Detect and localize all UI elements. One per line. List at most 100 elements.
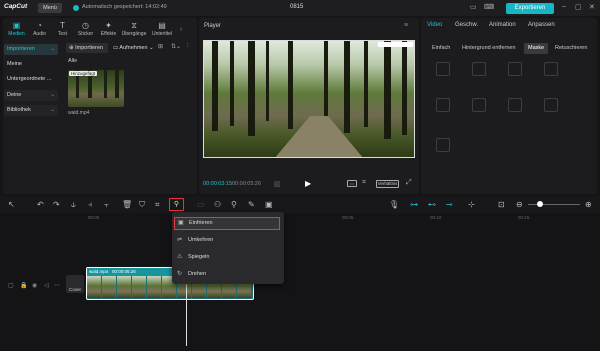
player-title: Player: [204, 23, 222, 29]
fullscreen-quality-icon[interactable]: ▭: [347, 180, 357, 187]
menu-item-freeze[interactable]: ▣ Einfrieren: [174, 217, 280, 230]
chevron-down-icon: ⌄: [147, 45, 154, 51]
media-file-name: wald.mp4: [68, 110, 90, 116]
track-audio-icon[interactable]: ◁: [44, 282, 49, 289]
autosave-status: Automatisch gespeichert: 14:02:49: [82, 4, 167, 10]
speed-tool-button[interactable]: ⚲: [169, 198, 184, 211]
close-icon[interactable]: ✕: [589, 3, 595, 11]
microphone-icon[interactable]: 🎙: [389, 200, 399, 209]
video-watermark: [378, 42, 413, 47]
mask-diamond-icon[interactable]: [544, 98, 558, 112]
filter-all-label: Alle: [68, 58, 78, 64]
tab-video[interactable]: Video: [427, 22, 442, 28]
sidebar-item-deine[interactable]: Deine ⌄: [4, 90, 58, 101]
tab-media[interactable]: ▣ Medien: [5, 20, 28, 40]
freeze-frame-icon[interactable]: ▭: [197, 200, 205, 209]
zoom-slider-handle[interactable]: [537, 201, 543, 207]
crop-icon[interactable]: ⌗: [362, 179, 366, 187]
magic-tool-icon[interactable]: ✎: [248, 200, 255, 209]
mask-none-icon[interactable]: [436, 62, 450, 76]
redo-icon[interactable]: ↷: [53, 200, 60, 209]
menu-button[interactable]: Menü: [38, 3, 62, 13]
sort-icon[interactable]: ⇅⌄: [171, 43, 181, 50]
keyboard-icon[interactable]: ⌨: [484, 3, 494, 11]
chevron-down-icon: ⌄: [50, 107, 55, 113]
tab-animation[interactable]: Animation: [489, 22, 516, 28]
tab-speed[interactable]: Geschw.: [455, 22, 478, 28]
subtab-basic[interactable]: Einfach: [428, 43, 454, 54]
remove-bg-tool-icon[interactable]: ⚲: [231, 200, 237, 209]
sidebar-item-meine[interactable]: Meine: [4, 59, 58, 70]
main-track-magnet-icon[interactable]: ⊶: [410, 200, 418, 209]
link-icon[interactable]: ⊸: [446, 200, 453, 209]
trim-right-icon[interactable]: ⫟: [104, 200, 109, 210]
player-menu-icon[interactable]: ≡: [404, 22, 408, 29]
freeze-icon: ▣: [178, 220, 184, 226]
menu-item-reverse[interactable]: ⇌ Umkehren: [174, 234, 280, 247]
tab-transitions[interactable]: ⧖ Übergänge: [120, 20, 148, 40]
play-button[interactable]: ▶: [305, 179, 311, 188]
subtab-mask[interactable]: Maske: [524, 43, 549, 54]
mask-circle-icon[interactable]: [544, 62, 558, 76]
total-time: 00:00:05:26: [232, 181, 262, 187]
sidebar-item-untergeordnete[interactable]: Untergeordnete ...: [4, 74, 58, 85]
zoom-slider[interactable]: [528, 204, 580, 205]
sidebar-item-bibliothek[interactable]: Bibliothek ⌄: [4, 105, 58, 116]
undo-icon[interactable]: ↶: [37, 200, 44, 209]
preview-axis-icon[interactable]: ⊹: [468, 200, 475, 209]
export-button[interactable]: Exportieren: [506, 3, 554, 14]
track-visibility-icon[interactable]: ◉: [32, 282, 37, 289]
expand-icon[interactable]: ⤢: [406, 179, 412, 187]
tab-text[interactable]: T Text: [51, 20, 74, 40]
track-lock-icon[interactable]: 🔒: [20, 282, 27, 289]
mask-heart-icon[interactable]: [472, 98, 486, 112]
chevron-right-icon[interactable]: ›: [180, 26, 182, 33]
reverse-icon: ⇌: [177, 237, 183, 243]
rotate-icon: ↻: [177, 271, 183, 277]
mirror-icon: ⚠: [177, 254, 183, 260]
menu-item-rotate[interactable]: ↻ Drehen: [174, 268, 280, 281]
mask-mirror-icon[interactable]: [508, 62, 522, 76]
menu-item-mirror[interactable]: ⚠ Spiegeln: [174, 251, 280, 264]
effect-tool-icon[interactable]: ⚇: [214, 200, 221, 209]
current-time: 00:00:03:15: [203, 181, 233, 187]
maximize-icon[interactable]: ▢: [575, 3, 582, 11]
tab-adjust[interactable]: Anpassen: [528, 22, 555, 28]
filter-icon[interactable]: ⫶: [187, 43, 189, 50]
delete-icon[interactable]: 🗑: [122, 200, 132, 209]
chevron-down-icon: ⌄: [50, 46, 55, 52]
mask-rectangle-icon[interactable]: [436, 98, 450, 112]
trim-left-icon[interactable]: ⫞: [88, 200, 92, 210]
minimize-icon[interactable]: –: [562, 3, 566, 10]
auto-snap-icon[interactable]: ⊷: [428, 200, 436, 209]
subtab-retouch[interactable]: Retuschieren: [551, 43, 591, 54]
timeline-icon[interactable]: ▥: [274, 180, 281, 188]
crop-tool-icon[interactable]: ⌗: [155, 200, 160, 210]
record-button[interactable]: ▭ Aufnehmen ⌄: [113, 43, 155, 53]
zoom-in-icon[interactable]: ⊕: [585, 200, 592, 209]
tab-audio[interactable]: ◔ Audio: [28, 20, 51, 40]
autosave-icon: [73, 5, 79, 11]
mask-linear-icon[interactable]: [472, 62, 486, 76]
layout-icon[interactable]: ▭: [470, 3, 477, 11]
tab-effects[interactable]: ✦ Effekte: [97, 20, 120, 40]
subtab-remove-background[interactable]: Hintergrund entfernen: [458, 43, 520, 54]
mask-custom-icon[interactable]: [436, 138, 450, 152]
split-icon[interactable]: ⫝: [71, 200, 76, 210]
aspect-ratio-button[interactable]: Verhältnis: [376, 180, 399, 188]
track-lock-icon[interactable]: ▢: [8, 282, 14, 289]
grid-view-icon[interactable]: ⊞: [158, 43, 163, 50]
caption-tool-icon[interactable]: ▣: [265, 200, 273, 209]
tab-subtitles[interactable]: ▤ Untertitel: [148, 20, 176, 40]
import-button[interactable]: ⊕ Importieren: [66, 43, 108, 53]
zoom-fit-icon[interactable]: ⊡: [498, 200, 505, 209]
sidebar-item-importieren[interactable]: Importieren ⌄: [4, 44, 58, 55]
zoom-out-icon[interactable]: ⊖: [516, 200, 523, 209]
shield-icon[interactable]: ⛉: [139, 200, 145, 210]
select-tool-icon[interactable]: ↖: [8, 200, 15, 209]
video-preview[interactable]: [203, 40, 415, 158]
mask-star-icon[interactable]: [508, 98, 522, 112]
tab-sticker[interactable]: ◷ Sticker: [74, 20, 97, 40]
track-more-icon[interactable]: ⋯: [54, 282, 60, 289]
cover-button[interactable]: Cover: [66, 275, 84, 293]
